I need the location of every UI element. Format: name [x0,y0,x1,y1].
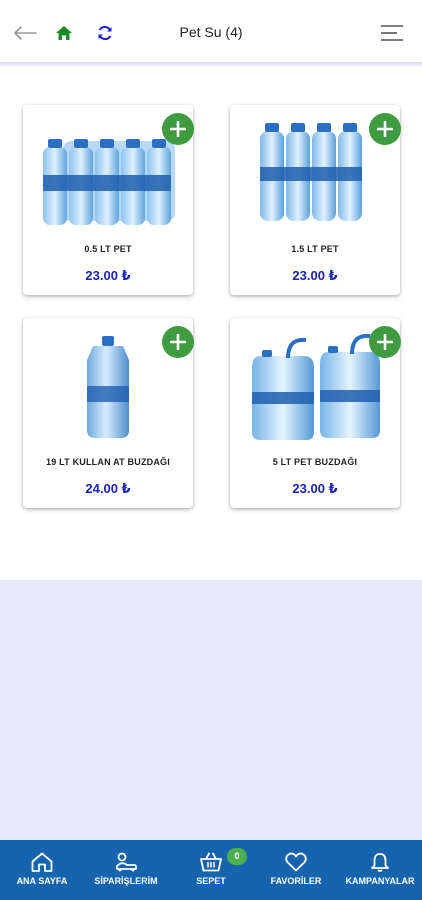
nav-item-campaigns[interactable]: KAMPANYALAR [340,840,420,900]
product-name: 5 LT PET BUZDAĞI [272,457,358,467]
cart-count-badge: 0 [227,848,247,865]
water-jug-5l-pair-image [252,333,380,440]
bottom-navigation: ANA SAYFA SİPARİŞLERİM SEPET 0 FAVORİLER… [0,840,422,900]
page-title: Pet Su (4) [179,24,243,40]
delivery-icon [116,852,137,872]
nav-label: ANA SAYFA [16,876,68,886]
water-jug-19l-image [87,336,129,438]
add-to-cart-button[interactable] [162,326,194,358]
product-price: 23.00 ₺ [85,268,131,283]
nav-item-favorites[interactable]: FAVORİLER [260,840,332,900]
nav-label: SİPARİŞLERİM [94,876,158,886]
heart-icon [285,852,307,872]
menu-icon [381,25,403,41]
product-price: 23.00 ₺ [292,268,338,283]
product-name: 1.5 LT PET [291,244,339,254]
plus-icon [377,334,393,350]
product-card[interactable]: 19 LT KULLAN AT BUZDAĞI 24.00 ₺ [23,318,194,508]
nav-label: KAMPANYALAR [345,876,415,886]
bell-icon [371,853,389,872]
basket-icon [200,852,222,872]
plus-icon [170,121,186,137]
add-to-cart-button[interactable] [369,326,401,358]
product-name: 0.5 LT PET [84,244,132,254]
nav-label: FAVORİLER [270,876,322,886]
add-to-cart-button[interactable] [369,113,401,145]
nav-item-home[interactable]: ANA SAYFA [6,840,78,900]
water-bottle-pack-small-image [43,139,175,225]
top-app-bar: Pet Su (4) [0,0,422,64]
plus-icon [377,121,393,137]
nav-item-orders[interactable]: SİPARİŞLERİM [86,840,166,900]
product-card[interactable]: 5 LT PET BUZDAĞI 23.00 ₺ [230,318,401,508]
plus-icon [170,334,186,350]
product-price: 24.00 ₺ [85,481,131,496]
product-card[interactable]: 1.5 LT PET 23.00 ₺ [230,105,401,295]
home-icon [31,852,53,872]
water-bottle-pack-large-image [260,123,362,221]
product-price: 23.00 ₺ [292,481,338,496]
menu-button[interactable] [379,20,405,46]
nav-label: SEPET [196,876,226,886]
product-name: 19 LT KULLAN AT BUZDAĞI [46,457,170,467]
product-card[interactable]: 0.5 LT PET 23.00 ₺ [23,105,194,295]
add-to-cart-button[interactable] [162,113,194,145]
empty-area [0,580,422,840]
